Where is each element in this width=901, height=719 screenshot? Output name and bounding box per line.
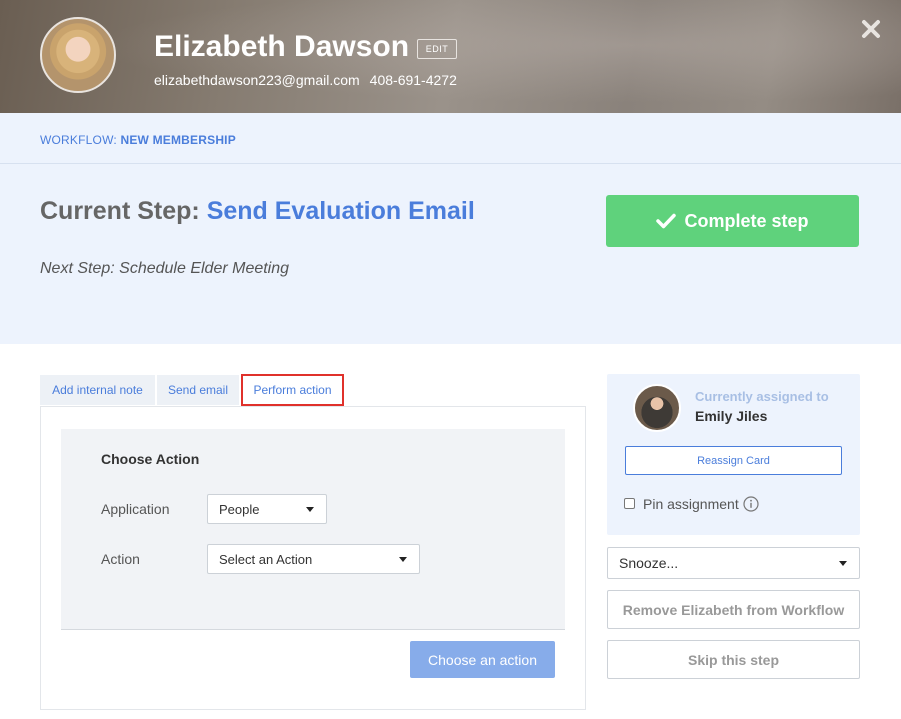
email-text: elizabethdawson223@gmail.com: [154, 72, 360, 88]
assigned-label: Currently assigned to: [695, 389, 829, 404]
pin-assignment-label: Pin assignment: [643, 496, 739, 512]
next-step-text: Next Step: Schedule Elder Meeting: [40, 260, 290, 277]
avatar: [40, 17, 116, 93]
action-label: Action: [101, 551, 140, 567]
tab-send-email[interactable]: Send email: [157, 375, 239, 405]
workflow-name[interactable]: NEW MEMBERSHIP: [120, 133, 235, 147]
chevron-down-icon: [399, 557, 407, 562]
contact-info: elizabethdawson223@gmail.com 408-691-4272: [154, 72, 457, 88]
edit-button[interactable]: EDIT: [417, 39, 457, 59]
snooze-select[interactable]: Snooze...: [607, 547, 860, 579]
remove-from-workflow-button[interactable]: Remove Elizabeth from Workflow: [607, 590, 860, 629]
assignee-name: Emily Jiles: [695, 408, 768, 424]
chevron-down-icon: [306, 507, 314, 512]
tab-perform-action[interactable]: Perform action: [241, 374, 344, 406]
choose-action-button[interactable]: Choose an action: [410, 641, 555, 678]
application-value: People: [219, 501, 260, 517]
choose-action-title: Choose Action: [101, 451, 200, 467]
phone-text: 408-691-4272: [369, 72, 457, 88]
pin-assignment-checkbox[interactable]: [624, 498, 635, 509]
application-label: Application: [101, 501, 170, 517]
person-name: Elizabeth Dawson: [154, 30, 410, 63]
workflow-label: WORKFLOW: NEW MEMBERSHIP: [40, 133, 236, 147]
skip-step-button[interactable]: Skip this step: [607, 640, 860, 679]
info-icon[interactable]: [743, 496, 759, 512]
close-icon[interactable]: [860, 18, 882, 40]
chevron-down-icon: [839, 561, 847, 566]
complete-step-button[interactable]: Complete step: [606, 195, 859, 247]
current-step-name: Send Evaluation Email: [206, 197, 475, 225]
snooze-value: Snooze...: [619, 555, 679, 571]
checkmark-icon: [656, 213, 677, 229]
workflow-bar: WORKFLOW: NEW MEMBERSHIP: [0, 113, 901, 164]
assignee-avatar: [633, 384, 681, 432]
action-value: Select an Action: [219, 551, 313, 567]
current-step-title: Current Step: Send Evaluation Email: [40, 197, 475, 225]
tab-add-internal-note[interactable]: Add internal note: [40, 375, 155, 405]
reassign-card-button[interactable]: Reassign Card: [625, 446, 842, 475]
application-select[interactable]: People: [207, 494, 327, 524]
complete-step-label: Complete step: [684, 210, 809, 231]
step-area: Current Step: Send Evaluation Email Next…: [0, 164, 901, 344]
action-select[interactable]: Select an Action: [207, 544, 420, 574]
